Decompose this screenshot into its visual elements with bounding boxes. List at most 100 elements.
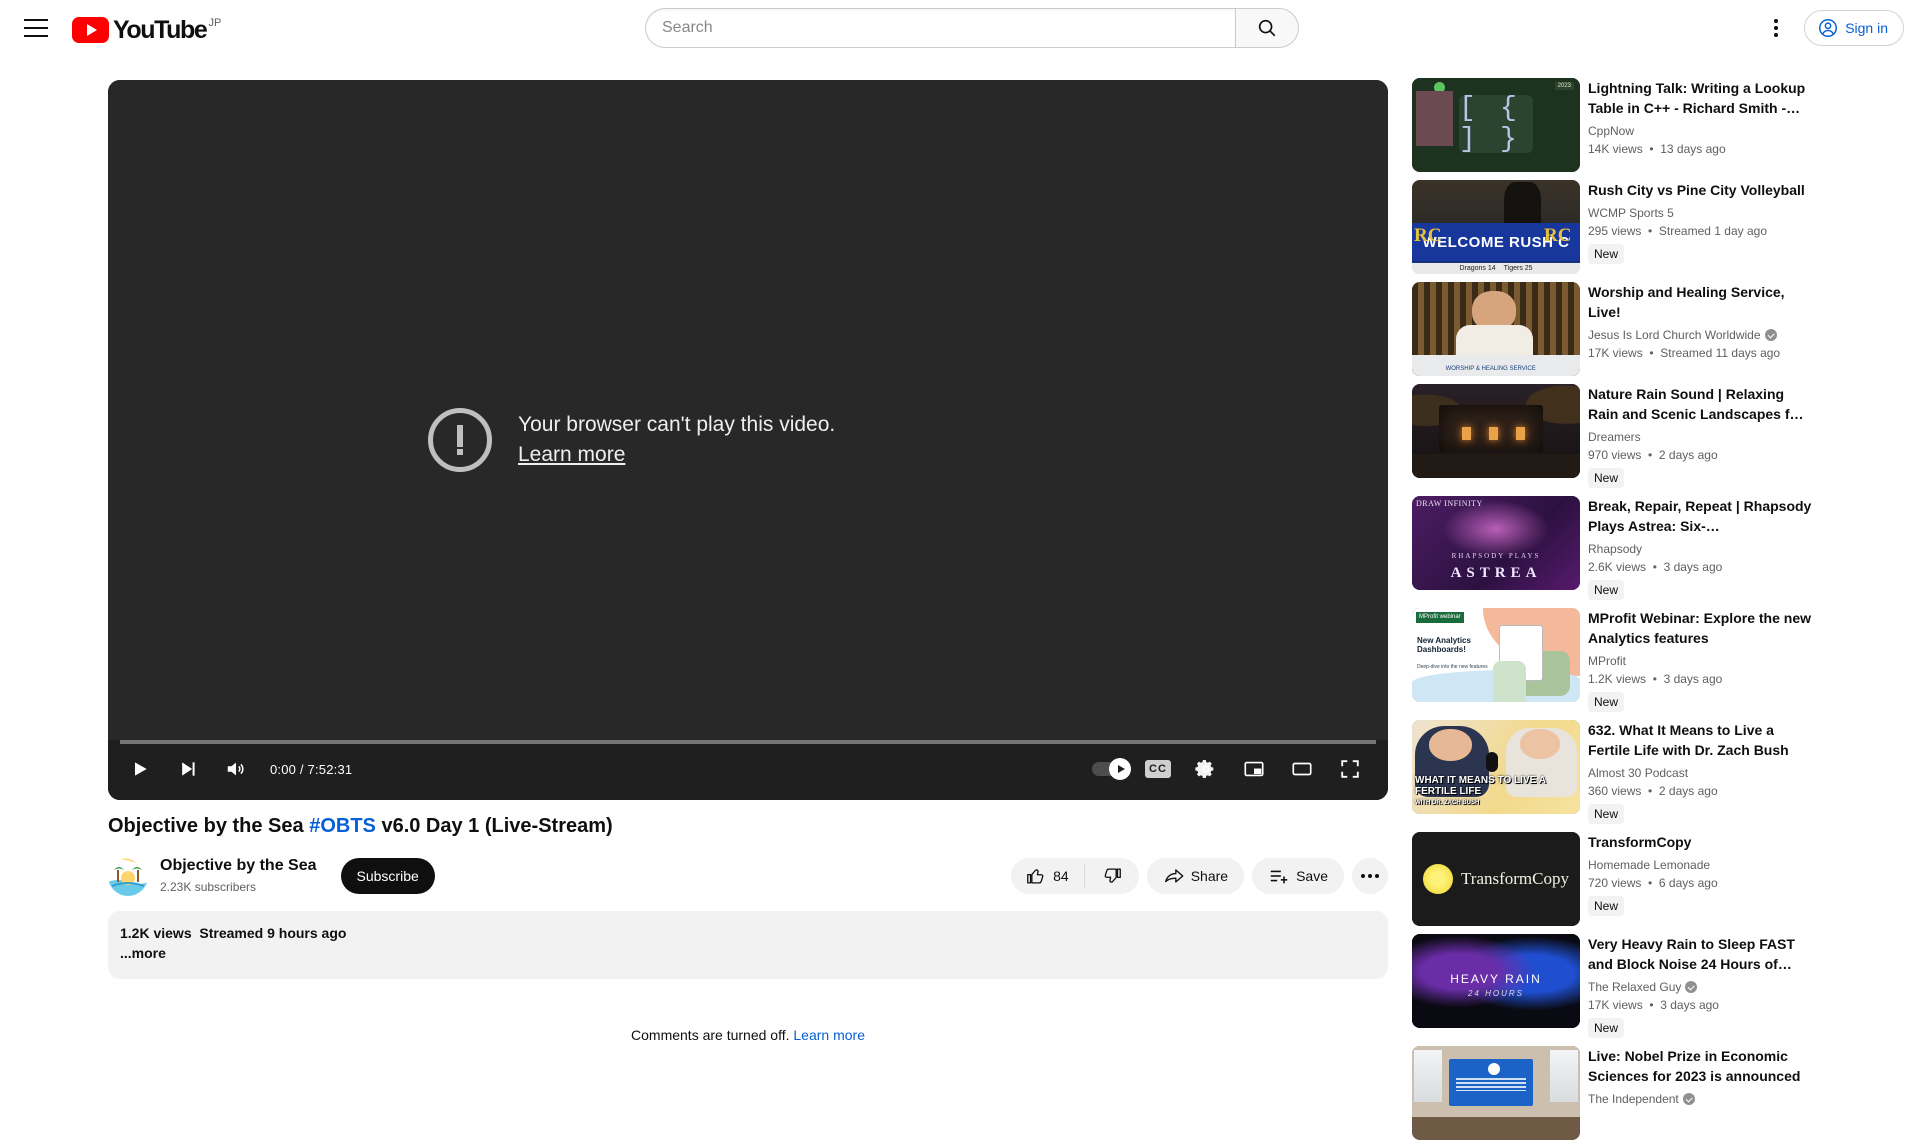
channel-label: WCMP Sports 5 [1588, 206, 1674, 220]
channel-label: The Independent [1588, 1092, 1679, 1106]
related-video-item[interactable]: Nature Rain Sound | Relaxing Rain and Sc… [1412, 384, 1814, 488]
captions-button[interactable]: CC [1134, 745, 1182, 793]
related-video-item[interactable]: Live: Nobel Prize in Economic Sciences f… [1412, 1046, 1814, 1140]
related-video-item[interactable]: DRAW INFINITY RHAPSODY PLAYS ASTREA Brea… [1412, 496, 1814, 600]
related-video-channel[interactable]: The Relaxed Guy [1588, 978, 1814, 996]
related-videos-list: 2023 [ ] { } Lightning Talk: Writing a L… [1412, 78, 1814, 1148]
related-video-title[interactable]: MProfit Webinar: Explore the new Analyti… [1588, 608, 1814, 648]
related-video-channel[interactable]: CppNow [1588, 122, 1814, 140]
description-expand-button[interactable]: ...more [120, 945, 1376, 961]
settings-menu-button[interactable] [1756, 8, 1796, 48]
like-button[interactable]: 84 [1011, 865, 1084, 887]
search-button[interactable] [1235, 8, 1299, 48]
channel-avatar[interactable] [108, 856, 148, 896]
related-video-title[interactable]: TransformCopy [1588, 832, 1814, 852]
thumb-caption-main: WHAT IT MEANS TO LIVE A FERTILE LIFE [1415, 775, 1546, 797]
save-label: Save [1296, 868, 1328, 884]
search-input[interactable] [662, 19, 1235, 37]
related-video-stats: 14K views • 13 days ago [1588, 142, 1726, 156]
related-video-item[interactable]: TransformCopy TransformCopy Homemade Lem… [1412, 832, 1814, 926]
related-video-title[interactable]: Nature Rain Sound | Relaxing Rain and Sc… [1588, 384, 1814, 424]
dislike-button[interactable] [1085, 865, 1139, 887]
related-video-title[interactable]: Break, Repair, Repeat | Rhapsody Plays A… [1588, 496, 1814, 536]
related-video-item[interactable]: MProfit webinar New Analytics Dashboards… [1412, 608, 1814, 712]
video-player[interactable]: Your browser can't play this video. Lear… [108, 80, 1388, 800]
video-description-box[interactable]: 1.2K views Streamed 9 hours ago ...more [108, 911, 1388, 979]
settings-gear-icon [1195, 760, 1214, 778]
miniplayer-button[interactable] [1230, 745, 1278, 793]
theater-mode-button[interactable] [1278, 745, 1326, 793]
related-video-item[interactable]: WORSHIP & HEALING SERVICE Worship and He… [1412, 282, 1814, 376]
theater-icon [1292, 762, 1312, 776]
player-surface[interactable]: Your browser can't play this video. Lear… [108, 80, 1388, 800]
related-video-channel[interactable]: Dreamers [1588, 428, 1814, 446]
new-badge: New [1588, 1018, 1625, 1038]
related-video-item[interactable]: 2023 [ ] { } Lightning Talk: Writing a L… [1412, 78, 1814, 172]
youtube-logo-text: YouTube [113, 16, 208, 44]
save-button[interactable]: Save [1252, 858, 1344, 894]
thumb-subtitle: RHAPSODY PLAYS [1451, 551, 1541, 560]
play-button[interactable] [116, 745, 164, 793]
related-video-item[interactable]: WHAT IT MEANS TO LIVE A FERTILE LIFE WIT… [1412, 720, 1814, 824]
error-learn-more-link[interactable]: Learn more [518, 440, 835, 470]
related-video-title[interactable]: 632. What It Means to Live a Fertile Lif… [1588, 720, 1814, 760]
related-video-title[interactable]: Rush City vs Pine City Volleyball [1588, 180, 1814, 200]
fullscreen-button[interactable] [1326, 745, 1374, 793]
cc-icon: CC [1145, 760, 1171, 778]
thumbnail-art-astrea: DRAW INFINITY RHAPSODY PLAYS ASTREA [1412, 496, 1580, 590]
video-thumbnail[interactable]: TransformCopy [1412, 832, 1580, 926]
video-title-hashtag[interactable]: #OBTS [309, 815, 376, 837]
age-label: 2 days ago [1658, 448, 1718, 462]
sign-in-button[interactable]: Sign in [1804, 10, 1904, 46]
share-button[interactable]: Share [1146, 858, 1245, 894]
subscribe-button[interactable]: Subscribe [340, 858, 435, 894]
thumbnail-art-nobel [1412, 1046, 1580, 1140]
video-title-part1: Objective by the Sea [108, 815, 310, 837]
related-video-stats: 720 views • 6 days ago [1588, 876, 1718, 890]
related-video-title[interactable]: Very Heavy Rain to Sleep FAST and Block … [1588, 934, 1814, 974]
age-label: 3 days ago [1663, 560, 1723, 574]
channel-name[interactable]: Objective by the Sea [160, 856, 317, 876]
thumbnail-art-volleyball: WELCOME RUSH C RC RC Dragons 14 Tigers 2… [1412, 180, 1580, 274]
related-video-channel[interactable]: The Independent [1588, 1090, 1814, 1108]
video-thumbnail[interactable]: WHAT IT MEANS TO LIVE A FERTILE LIFE WIT… [1412, 720, 1580, 814]
video-thumbnail[interactable]: WELCOME RUSH C RC RC Dragons 14 Tigers 2… [1412, 180, 1580, 274]
video-thumbnail[interactable]: WORSHIP & HEALING SERVICE [1412, 282, 1580, 376]
video-thumbnail[interactable]: 2023 [ ] { } [1412, 78, 1580, 172]
video-thumbnail[interactable]: HEAVY RAIN 24 HOURS [1412, 934, 1580, 1028]
more-actions-button[interactable] [1352, 858, 1388, 894]
player-controls-right: CC [1086, 745, 1388, 793]
related-video-title[interactable]: Lightning Talk: Writing a Lookup Table i… [1588, 78, 1814, 118]
guide-toggle-button[interactable] [16, 8, 56, 48]
related-video-stats: 17K views • Streamed 11 days ago [1588, 346, 1781, 360]
video-thumbnail[interactable]: MProfit webinar New Analytics Dashboards… [1412, 608, 1580, 702]
account-circle-icon [1819, 19, 1838, 37]
channel-label: MProfit [1588, 654, 1627, 668]
autoplay-toggle[interactable] [1086, 745, 1134, 793]
new-badge: New [1588, 692, 1625, 712]
thumbnail-art-mprofit: MProfit webinar New Analytics Dashboards… [1412, 608, 1580, 702]
thumbnail-art-podcast: WHAT IT MEANS TO LIVE A FERTILE LIFE WIT… [1412, 720, 1580, 814]
channel-label: Dreamers [1588, 430, 1641, 444]
channel-info: Objective by the Sea 2.23K subscribers [160, 856, 317, 896]
related-video-item[interactable]: HEAVY RAIN 24 HOURS Very Heavy Rain to S… [1412, 934, 1814, 1038]
search-box[interactable] [645, 8, 1235, 48]
video-thumbnail[interactable] [1412, 384, 1580, 478]
video-thumbnail[interactable]: DRAW INFINITY RHAPSODY PLAYS ASTREA [1412, 496, 1580, 590]
thumbnail-art-cpp: 2023 [ ] { } [1412, 78, 1580, 172]
related-video-item[interactable]: WELCOME RUSH C RC RC Dragons 14 Tigers 2… [1412, 180, 1814, 274]
next-video-button[interactable] [164, 745, 212, 793]
related-video-channel[interactable]: WCMP Sports 5 [1588, 204, 1814, 222]
related-video-title[interactable]: Live: Nobel Prize in Economic Sciences f… [1588, 1046, 1814, 1086]
related-video-channel[interactable]: Homemade Lemonade [1588, 856, 1814, 874]
mute-button[interactable] [212, 745, 260, 793]
related-video-channel[interactable]: Rhapsody [1588, 540, 1814, 558]
related-video-channel[interactable]: MProfit [1588, 652, 1814, 670]
comments-learn-more-link[interactable]: Learn more [793, 1027, 865, 1043]
related-video-title[interactable]: Worship and Healing Service, Live! [1588, 282, 1814, 322]
related-video-channel[interactable]: Jesus Is Lord Church Worldwide [1588, 326, 1814, 344]
youtube-logo[interactable]: YouTube JP [72, 8, 221, 48]
video-thumbnail[interactable] [1412, 1046, 1580, 1140]
settings-button[interactable] [1182, 745, 1230, 793]
related-video-channel[interactable]: Almost 30 Podcast [1588, 764, 1814, 782]
